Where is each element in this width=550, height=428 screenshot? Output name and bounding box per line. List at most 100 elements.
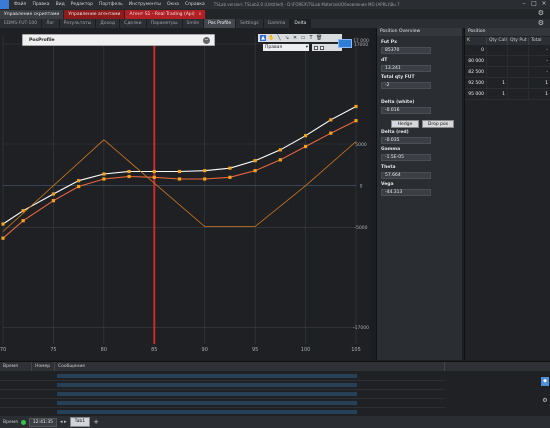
tab-settings[interactable]: Settings xyxy=(236,19,264,28)
series-point-2[interactable] xyxy=(177,177,182,181)
series-point-1[interactable] xyxy=(329,118,333,122)
series-point-2[interactable] xyxy=(1,236,5,240)
collapse-icon[interactable]: − xyxy=(203,37,210,44)
axis-side-select[interactable]: Правая ▾ xyxy=(263,44,309,51)
cell-qty-put[interactable] xyxy=(508,57,529,67)
rect-tool-icon[interactable]: ▭ xyxy=(300,35,306,41)
tab-trades[interactable]: Сделки xyxy=(120,19,147,28)
tab-pos-profile[interactable]: Pos Profile xyxy=(204,19,237,28)
gear-icon[interactable]: ⚙ xyxy=(538,19,544,28)
cell-qty-call[interactable]: 1 xyxy=(487,90,508,100)
close-icon[interactable]: × xyxy=(541,1,547,7)
menu-edit[interactable]: Правка xyxy=(29,2,52,7)
log-notification-icon[interactable]: ◆ xyxy=(541,377,549,386)
tab-tab1[interactable]: Tab1 xyxy=(69,417,91,427)
close-tab-icon[interactable]: x xyxy=(199,12,202,17)
menu-windows[interactable]: Окна xyxy=(164,2,182,7)
tab-agent-s1[interactable]: Агент S1 - Real Trading (Api) x xyxy=(125,10,206,19)
series-point-2[interactable] xyxy=(228,175,232,179)
series-point-2[interactable] xyxy=(21,219,25,223)
tab-edms[interactable]: EDMS-FUT-100 xyxy=(0,19,43,28)
ray-tool-icon[interactable]: ↘ xyxy=(284,35,290,41)
cell-qty-put[interactable] xyxy=(508,90,529,100)
log-col-number[interactable]: Номер xyxy=(32,362,55,371)
series-point-1[interactable] xyxy=(253,159,257,163)
tab-gamma[interactable]: Gamma xyxy=(264,19,291,28)
cell-qty-put[interactable] xyxy=(508,79,529,89)
table-row[interactable]: 0 - xyxy=(465,46,550,56)
tab-results[interactable]: Результаты xyxy=(60,19,97,28)
table-row[interactable]: 82 500 - xyxy=(465,68,550,78)
menu-help[interactable]: Справка xyxy=(182,2,208,7)
tab-smile[interactable]: Smile xyxy=(183,19,205,28)
table-row[interactable]: 95 000 1 1 xyxy=(465,90,550,100)
table-row[interactable]: 92 500 1 1 xyxy=(465,79,550,89)
series-point-1[interactable] xyxy=(51,192,56,196)
gear-icon[interactable]: ⚙ xyxy=(538,9,544,17)
series-point-1[interactable] xyxy=(228,166,232,170)
series-point-2[interactable] xyxy=(102,177,106,181)
series-point-1[interactable] xyxy=(102,172,106,176)
menu-file[interactable]: Файл xyxy=(11,2,29,7)
menu-view[interactable]: Вид xyxy=(53,2,68,7)
nav-arrows-icon[interactable]: ◂ ▸ xyxy=(60,419,67,425)
series-point-2[interactable] xyxy=(152,175,156,179)
menu-editor[interactable]: Редактор xyxy=(68,2,96,7)
log-col-time[interactable]: Время xyxy=(0,362,32,371)
series-point-1[interactable] xyxy=(77,179,81,183)
series-point-1[interactable] xyxy=(354,104,358,109)
maximize-icon[interactable]: □ xyxy=(531,1,537,7)
log-row[interactable] xyxy=(0,399,445,408)
minimize-icon[interactable]: – xyxy=(521,1,527,7)
series-point-2[interactable] xyxy=(51,199,56,203)
tab-script-manager[interactable]: Управление скриптами xyxy=(0,10,64,19)
series-point-1[interactable] xyxy=(127,169,131,174)
log-row[interactable] xyxy=(0,390,445,399)
cell-qty-call[interactable] xyxy=(487,46,508,56)
cell-qty-put[interactable] xyxy=(508,68,529,78)
log-settings-icon[interactable]: ⚙ xyxy=(541,397,549,405)
option-checkbox[interactable] xyxy=(320,45,324,50)
add-tab-button[interactable]: + xyxy=(93,418,99,426)
log-row[interactable] xyxy=(0,372,445,381)
series-point-1[interactable] xyxy=(203,169,207,173)
series-point-2[interactable] xyxy=(253,169,257,173)
menu-portfolio[interactable]: Портфель xyxy=(96,2,126,7)
option-checkbox[interactable] xyxy=(314,45,318,50)
series-point-1[interactable] xyxy=(1,222,5,226)
series-point-1[interactable] xyxy=(177,169,182,174)
cell-qty-put[interactable] xyxy=(508,46,529,56)
series-point-2[interactable] xyxy=(127,174,131,179)
line-tool-icon[interactable]: ╲ xyxy=(276,35,282,41)
tab-log[interactable]: Лог xyxy=(42,19,60,28)
series-point-1[interactable] xyxy=(303,134,308,138)
pos-profile-chart[interactable]: 70 75 80 85 90 95 100 10517 0001700050000-5000-… xyxy=(0,28,370,360)
log-row[interactable] xyxy=(0,381,445,390)
tab-params[interactable]: Параметры xyxy=(147,19,183,28)
hedge-button[interactable]: Hedge xyxy=(391,120,419,128)
log-col-message[interactable]: Сообщение xyxy=(55,362,445,371)
series-point-1[interactable] xyxy=(278,148,282,152)
drop-pos-button[interactable]: Drop pos xyxy=(422,120,454,128)
hand-icon[interactable]: ✋ xyxy=(268,35,274,41)
col-qty-put-header[interactable]: Qty Put xyxy=(508,37,529,45)
chart-settings-button[interactable] xyxy=(338,39,352,48)
cross-icon[interactable]: ✕ xyxy=(292,35,298,41)
col-k-header[interactable]: K xyxy=(465,37,487,45)
pointer-icon[interactable]: ▲ xyxy=(260,35,266,41)
tab-delta[interactable]: Delta xyxy=(290,19,312,28)
series-point-2[interactable] xyxy=(77,184,81,189)
cell-qty-call[interactable] xyxy=(487,57,508,67)
series-point-2[interactable] xyxy=(329,131,333,135)
cell-qty-call[interactable]: 1 xyxy=(487,79,508,89)
tab-agent-manager[interactable]: Управление агентами xyxy=(64,10,125,19)
col-total-header[interactable]: Total xyxy=(529,37,550,45)
delete-icon[interactable]: 🗑 xyxy=(316,35,322,41)
series-point-2[interactable] xyxy=(203,177,207,181)
text-tool-icon[interactable]: T xyxy=(308,35,314,41)
series-point-2[interactable] xyxy=(303,144,308,149)
col-qty-call-header[interactable]: Qty Call xyxy=(487,37,508,45)
series-point-2[interactable] xyxy=(354,119,358,123)
tab-income[interactable]: Доход xyxy=(96,19,121,28)
series-point-2[interactable] xyxy=(278,158,282,162)
